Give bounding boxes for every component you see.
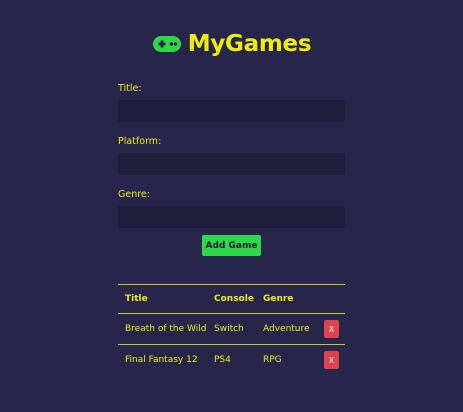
header-console: Console [207, 284, 256, 314]
genre-label: Genre: [118, 189, 150, 200]
table-header-row: Title Console Genre [118, 284, 345, 314]
delete-game-button[interactable]: X [324, 351, 339, 369]
title-input[interactable] [118, 100, 345, 122]
platform-label: Platform: [118, 136, 162, 147]
add-game-form: Title: Platform: Genre: [118, 82, 345, 241]
app-title: MyGames [187, 31, 312, 57]
header-title: Title [118, 284, 207, 314]
cell-title: Breath of the Wild [118, 313, 207, 345]
app-header: MyGames [0, 28, 463, 60]
games-table: Title Console Genre Breath of the Wild S… [118, 284, 345, 375]
header-actions [313, 284, 345, 314]
add-game-button[interactable]: Add Game [202, 235, 261, 256]
cell-genre: Adventure [256, 313, 313, 345]
table-row: Final Fantasy 12 PS4 RPG X [118, 345, 345, 376]
genre-input[interactable] [118, 206, 345, 228]
table-row: Breath of the Wild Switch Adventure X [118, 313, 345, 345]
app-root: MyGames Title: Platform: Genre: Add Game… [0, 0, 463, 412]
gamepad-icon [152, 34, 182, 54]
title-label: Title: [118, 83, 142, 94]
delete-game-button[interactable]: X [324, 320, 339, 338]
platform-input[interactable] [118, 153, 345, 175]
cell-console: PS4 [214, 355, 231, 365]
cell-console: Switch [207, 313, 256, 345]
cell-title: Final Fantasy 12 [125, 355, 198, 365]
cell-actions: X [313, 345, 345, 376]
cell-genre: RPG [263, 355, 282, 365]
header-genre: Genre [256, 284, 313, 314]
cell-actions: X [313, 313, 345, 345]
